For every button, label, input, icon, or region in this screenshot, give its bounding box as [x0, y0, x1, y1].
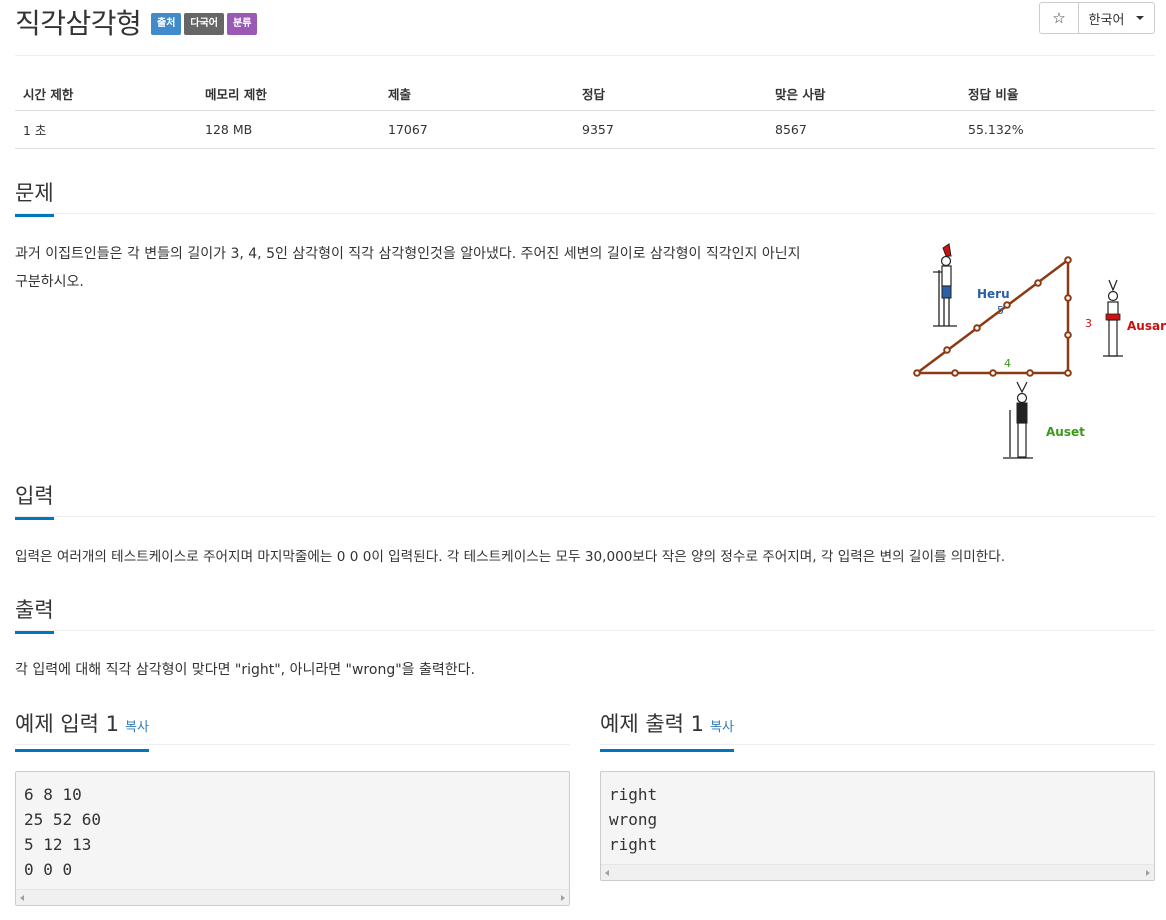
table-row: 1 초 128 MB 17067 9357 8567 55.132%: [15, 110, 1155, 149]
sample-input-copy-button[interactable]: 복사: [125, 720, 149, 735]
sample-input-title-wrap: 예제 입력 1 복사: [15, 709, 149, 752]
sample-input-heading: 예제 입력 1 복사: [15, 709, 570, 752]
table-cell: 8567: [767, 110, 960, 149]
star-icon: ☆: [1052, 9, 1066, 27]
sample-input-line: 5 12 13: [24, 835, 92, 854]
input-description: 입력은 여러개의 테스트케이스로 주어지며 마지막줄에는 0 0 0이 입력된다…: [15, 549, 1006, 565]
star-button[interactable]: ☆: [1039, 2, 1079, 34]
sample-output-line: right: [609, 835, 658, 854]
problem-text-line: 과거 이집트인들은 각 변들의 길이가 3, 4, 5인 삼각형이 직각 삼각형…: [15, 246, 801, 262]
auset-figure: [1003, 381, 1033, 459]
page-header: 직각삼각형 출처 다국어 분류 ☆ 한국어: [15, 0, 1155, 56]
label-source[interactable]: 출처: [151, 13, 182, 35]
problem-description: 과거 이집트인들은 각 변들의 길이가 3, 4, 5인 삼각형이 직각 삼각형…: [15, 240, 895, 296]
sample-output-title: 예제 출력 1: [600, 712, 704, 736]
language-dropdown[interactable]: 한국어: [1079, 2, 1155, 34]
column-header: 맞은 사람: [767, 77, 960, 111]
side-label-4: 4: [1004, 357, 1011, 370]
triangle-figure: 4 3 5 Heru Ausar Auset: [913, 243, 1166, 459]
language-label: 한국어: [1088, 12, 1125, 28]
sample-input-box[interactable]: 6 8 10 25 52 60 5 12 13 0 0 0: [15, 771, 570, 906]
column-header: 메모리 제한: [197, 77, 380, 111]
label-category[interactable]: 분류: [227, 13, 258, 35]
horizontal-scrollbar[interactable]: [601, 864, 1154, 880]
sample-input-title: 예제 입력 1: [15, 712, 119, 736]
problem-heading: 문제: [15, 178, 54, 217]
sample-output-title-wrap: 예제 출력 1 복사: [600, 709, 734, 752]
sample-input-line: 25 52 60: [24, 810, 102, 829]
table-cell: 1 초: [15, 110, 197, 149]
ausar-figure: [1103, 279, 1123, 357]
input-heading: 입력: [15, 481, 54, 520]
column-header: 정답: [574, 77, 767, 111]
input-section-heading: 입력: [15, 481, 1155, 520]
heru-label: Heru: [977, 287, 1010, 301]
side-label-5: 5: [997, 304, 1004, 317]
ausar-label: Ausar: [1127, 319, 1166, 333]
table-header-row: 시간 제한 메모리 제한 제출 정답 맞은 사람 정답 비율: [15, 77, 1155, 111]
scroll-right-icon[interactable]: [1146, 870, 1150, 876]
scroll-right-icon[interactable]: [561, 895, 565, 901]
sample-input-line: 0 0 0: [24, 860, 73, 879]
column-header: 시간 제한: [15, 77, 197, 111]
page-title: 직각삼각형: [15, 7, 142, 40]
sample-output-line: right: [609, 785, 658, 804]
sample-input-line: 6 8 10: [24, 785, 82, 804]
output-section-heading: 출력: [15, 595, 1155, 634]
sample-output-heading: 예제 출력 1 복사: [600, 709, 1155, 752]
column-header: 정답 비율: [960, 77, 1155, 111]
sample-output-box[interactable]: right wrong right: [600, 771, 1155, 881]
heru-figure: [933, 243, 957, 327]
table-cell: 55.132%: [960, 110, 1155, 149]
sample-output-copy-button[interactable]: 복사: [710, 720, 734, 735]
label-multilang[interactable]: 다국어: [184, 13, 225, 35]
table-cell: 128 MB: [197, 110, 380, 149]
sample-output-line: wrong: [609, 810, 658, 829]
chevron-down-icon: [1136, 16, 1145, 20]
output-description: 각 입력에 대해 직각 삼각형이 맞다면 "right", 아니라면 "wron…: [15, 662, 475, 678]
header-button-group: ☆ 한국어: [1039, 2, 1155, 34]
output-heading: 출력: [15, 595, 54, 634]
horizontal-scrollbar[interactable]: [16, 889, 569, 905]
auset-label: Auset: [1046, 425, 1085, 439]
table-cell: 9357: [574, 110, 767, 149]
problem-labels: 출처 다국어 분류: [151, 13, 258, 35]
problem-info-table: 시간 제한 메모리 제한 제출 정답 맞은 사람 정답 비율 1 초 128 M…: [15, 77, 1155, 149]
problem-text-line: 구분하시오.: [15, 274, 84, 290]
scroll-left-icon[interactable]: [20, 895, 24, 901]
side-label-3: 3: [1085, 317, 1092, 330]
triangle-outline: [916, 257, 1070, 375]
table-cell: 17067: [380, 110, 574, 149]
problem-section-heading: 문제: [15, 178, 1155, 217]
scroll-left-icon[interactable]: [605, 870, 609, 876]
column-header: 제출: [380, 77, 574, 111]
